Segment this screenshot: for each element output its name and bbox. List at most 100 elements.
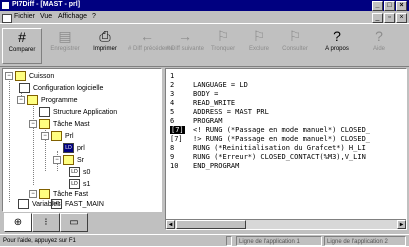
application-window: PI7Diff - [MAST - prl] _ □ × Fichier Vue… [0,0,409,246]
tree-node-prl[interactable]: LD prl [63,143,85,153]
collapse-icon[interactable]: − [41,132,49,140]
status-indicator [226,236,232,246]
collapse-icon[interactable]: − [29,120,37,128]
app-icon [2,2,9,9]
help-pointer-icon: ? [375,28,383,44]
menu-help[interactable]: ? [92,13,96,20]
folder-icon [63,155,74,165]
line-number: 3 [170,90,175,98]
print-button[interactable]: ⎙ Imprimer [86,28,124,62]
diff-line-number: [7] [170,135,183,143]
help-button[interactable]: ? Aide [360,28,398,62]
collapse-icon[interactable]: − [5,72,13,80]
horizontal-scrollbar[interactable]: ◀ ▶ [166,219,406,229]
tab-structure-view[interactable]: ⊕ [4,213,32,232]
tree-node-sr[interactable]: − Sr [53,155,84,165]
structure-icon [39,107,50,117]
config-icon [19,83,30,93]
menu-fichier[interactable]: Fichier [14,13,35,20]
consult-button[interactable]: ⚐ Consulter [276,28,314,62]
close-button[interactable]: × [396,1,407,11]
flag-icon: ⚐ [252,28,266,44]
variables-icon [18,199,29,209]
line-number: 8 [170,144,175,152]
line-number: 2 [170,81,175,89]
code-line[interactable]: RUNG (*Erreur*) CLOSED_CONTACT(%M3),V_LI… [193,153,366,161]
tab-document-view[interactable]: ▭ [60,213,88,232]
code-line[interactable]: RUNG (*Reinitialisation du Grafcet*) H_L… [193,144,366,152]
collapse-icon[interactable]: − [53,156,61,164]
flag-icon: ⚐ [288,28,302,44]
scroll-thumb[interactable] [176,220,246,229]
modules-icon: ⁝ [44,217,48,228]
code-line-diff[interactable]: !> RUNG (*Passage en mode manuel*) CLOSE… [193,135,370,143]
previous-diff-button[interactable]: ← # Diff précédente [128,28,174,62]
tab-functional-view[interactable]: ⁝ [32,213,60,232]
flag-icon: ⚐ [216,28,230,44]
status-bar: Pour l'aide, appuyez sur F1 Ligne de l'a… [0,234,409,247]
save-icon: ▤ [58,28,72,44]
line-number: 6 [170,117,175,125]
status-app-line-1: Ligne de l'application 1 [236,236,322,246]
exclude-button[interactable]: ⚐ Exclure [240,28,278,62]
code-editor[interactable]: 1 2 LANGUAGE = LD 3 BODY = 4 READ_WRITE … [165,68,407,230]
tree-node-structure[interactable]: Structure Application [39,107,117,117]
scroll-right-icon[interactable]: ▶ [397,220,406,229]
code-line[interactable]: BODY = [193,90,218,98]
question-icon: ? [333,28,341,44]
ld-section-icon: LD [69,167,80,177]
tree-node-variables[interactable]: Variables [18,199,61,209]
window-title: PI7Diff - [MAST - prl] [12,1,81,8]
menu-affichage[interactable]: Affichage [58,13,87,20]
view-tabs: ⊕ ⁝ ▭ [2,213,162,233]
folder-icon [39,119,50,129]
line-number: 10 [170,162,179,170]
tree-node-s1[interactable]: LD s1 [69,179,90,189]
maximize-button[interactable]: □ [384,1,395,11]
menu-bar: Fichier Vue Affichage ? _ ▫ × [0,12,409,23]
network-icon: ⊕ [13,217,23,228]
doc-restore-button[interactable]: ▫ [384,13,395,23]
truncate-button[interactable]: ⚐ Tronquer [204,28,242,62]
line-number: 5 [170,108,175,116]
collapse-icon[interactable]: − [17,96,25,104]
arrow-left-icon: ← [140,28,154,44]
collapse-icon[interactable]: − [29,190,37,198]
tree-node-tache-fast[interactable]: − Tâche Fast [29,189,88,199]
status-app-line-2: Ligne de l'application 2 [324,236,406,246]
folder-icon [15,71,26,81]
title-bar: PI7Diff - [MAST - prl] _ □ × [0,0,409,11]
menu-vue[interactable]: Vue [40,13,52,20]
about-button[interactable]: ? A propos [318,28,356,62]
next-diff-button[interactable]: → # Diff suivante [166,28,204,62]
toolbar: # Comparer ▤ Enregistrer ⎙ Imprimer ← # … [0,23,409,67]
folder-icon [51,131,62,141]
doc-minimize-button[interactable]: _ [372,13,383,23]
document-icon: ▭ [69,217,79,228]
code-line[interactable]: READ_WRITE [193,99,235,107]
document-menu-icon[interactable] [2,14,12,23]
folder-icon [27,95,38,105]
code-line[interactable]: ADDRESS = MAST PRL [193,108,269,116]
scroll-left-icon[interactable]: ◀ [166,220,175,229]
code-line[interactable]: END_PROGRAM [193,162,239,170]
status-help-text: Pour l'aide, appuyez sur F1 [3,238,76,244]
compare-icon: # [18,29,26,45]
minimize-button[interactable]: _ [372,1,383,11]
tree-node-tache-mast[interactable]: − Tâche Mast [29,119,90,129]
tree-node-programme[interactable]: − Programme [17,95,78,105]
code-line[interactable]: PROGRAM [193,117,223,125]
code-line[interactable]: LANGUAGE = LD [193,81,248,89]
tree-node-prl-folder[interactable]: − Prl [41,131,74,141]
tree-node-cuisson[interactable]: − Cuisson [5,71,54,81]
project-tree[interactable]: − Cuisson Configuration logicielle − Progr… [2,68,162,212]
tree-node-s0[interactable]: LD s0 [69,167,90,177]
code-line-diff[interactable]: <! RUNG (*Passage en mode manuel*) CLOSE… [193,126,370,134]
save-button[interactable]: ▤ Enregistrer [46,28,84,62]
ld-section-icon: LD [69,179,80,189]
printer-icon: ⎙ [99,28,111,44]
doc-close-button[interactable]: × [396,13,407,23]
compare-button[interactable]: # Comparer [2,28,42,64]
tree-node-configuration[interactable]: Configuration logicielle [19,83,103,93]
diff-line-number-highlighted: [7] [170,126,185,134]
